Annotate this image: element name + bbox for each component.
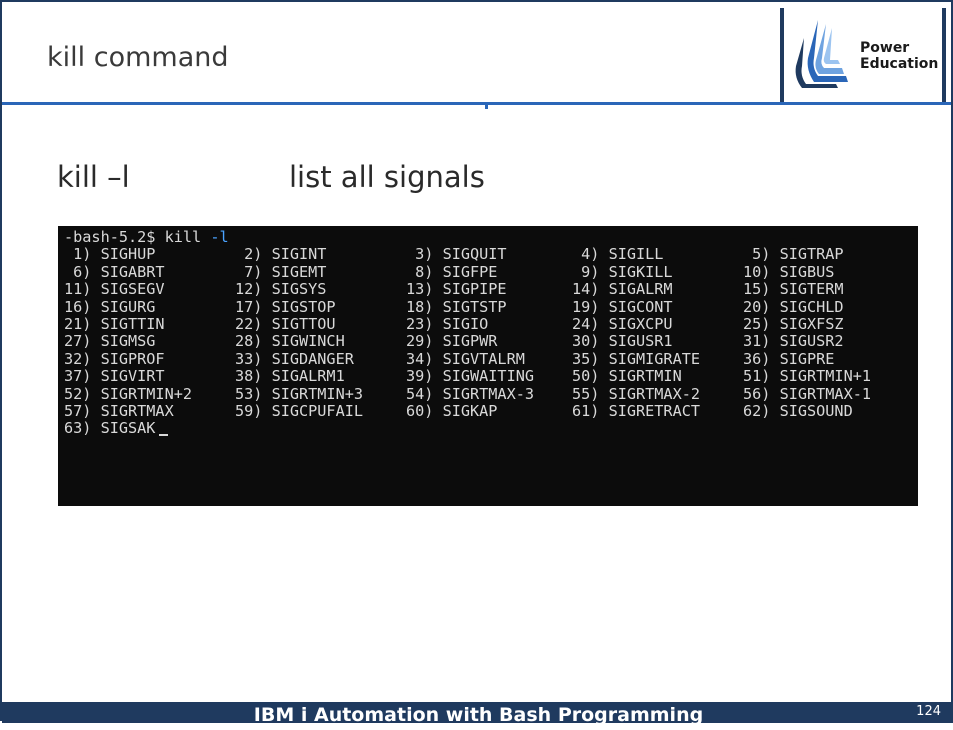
prompt-flag: -l <box>210 228 229 246</box>
signal-entry: 31) SIGUSR2 <box>743 332 844 351</box>
signal-entry: 11) SIGSEGV <box>64 280 165 299</box>
logo-text: Power Education <box>860 40 938 72</box>
signal-entry: 3) SIGQUIT <box>406 245 507 264</box>
signal-entry: 61) SIGRETRACT <box>572 401 701 420</box>
signal-entry: 7) SIGEMT <box>235 262 327 281</box>
signal-entry: 6) SIGABRT <box>64 262 165 281</box>
slide-footer: IBM i Automation with Bash Programming 1… <box>2 702 953 726</box>
signal-entry: 52) SIGRTMIN+2 <box>64 384 193 403</box>
signal-entry: 8) SIGFPE <box>406 262 498 281</box>
signal-entry: 16) SIGURG <box>64 297 156 316</box>
terminal-cursor <box>159 433 169 436</box>
signal-entry: 33) SIGDANGER <box>235 349 354 368</box>
signal-entry: 27) SIGMSG <box>64 332 156 351</box>
prompt-text: -bash-5.2$ kill <box>64 228 211 246</box>
signal-entry: 60) SIGKAP <box>406 401 498 420</box>
signal-entry: 50) SIGRTMIN <box>572 367 682 386</box>
signal-entry: 23) SIGIO <box>406 314 489 333</box>
signal-entry: 17) SIGSTOP <box>235 297 336 316</box>
signal-entry: 9) SIGKILL <box>572 262 673 281</box>
course-title: IBM i Automation with Bash Programming <box>253 704 704 726</box>
signal-entry: 63) SIGSAK <box>64 419 235 437</box>
slide: kill command Power Education kill –l lis… <box>0 0 953 726</box>
signal-entry: 51) SIGRTMIN+1 <box>743 367 872 386</box>
signal-entry: 2) SIGINT <box>235 245 327 264</box>
signal-entry: 39) SIGWAITING <box>406 367 535 386</box>
logo-line-1: Power <box>860 40 910 56</box>
signal-entry: 15) SIGTERM <box>743 280 844 299</box>
signal-entry: 20) SIGCHLD <box>743 297 844 316</box>
terminal-screenshot: -bash-5.2$ kill -l 1) SIGHUP 2) SIGINT 3… <box>58 226 918 506</box>
signal-entry: 38) SIGALRM1 <box>235 367 345 386</box>
signal-entry: 37) SIGVIRT <box>64 367 165 386</box>
command-description: list all signals <box>289 160 485 194</box>
signal-entry: 19) SIGCONT <box>572 297 673 316</box>
signal-entry: 29) SIGPWR <box>406 332 498 351</box>
signal-entry: 1) SIGHUP <box>64 245 156 264</box>
signal-entry: 62) SIGSOUND <box>743 401 853 420</box>
signal-entry: 28) SIGWINCH <box>235 332 345 351</box>
signal-entry: 12) SIGSYS <box>235 280 327 299</box>
signal-entry: 32) SIGPROF <box>64 349 165 368</box>
header-divider <box>2 102 951 105</box>
slide-title: kill command <box>47 42 229 73</box>
signal-entry: 4) SIGILL <box>572 245 664 264</box>
signal-entry: 55) SIGRTMAX-2 <box>572 384 701 403</box>
signal-entry: 34) SIGVTALRM <box>406 349 525 368</box>
signal-entry: 53) SIGRTMIN+3 <box>235 384 364 403</box>
slide-header: kill command Power Education <box>2 2 951 103</box>
signal-entry: 25) SIGXFSZ <box>743 314 844 333</box>
signal-entry: 35) SIGMIGRATE <box>572 349 701 368</box>
terminal-prompt: -bash-5.2$ kill -l <box>64 228 912 246</box>
signal-entry: 14) SIGALRM <box>572 280 673 299</box>
header-divider-mark <box>485 105 488 109</box>
signal-entry: 59) SIGCPUFAIL <box>235 401 364 420</box>
command-text: kill –l <box>57 160 130 194</box>
signal-entry: 54) SIGRTMAX-3 <box>406 384 535 403</box>
power-education-logo: Power Education <box>780 8 946 102</box>
logo-line-2: Education <box>860 56 939 72</box>
signal-entry: 10) SIGBUS <box>743 262 835 281</box>
signal-entry: 56) SIGRTMAX-1 <box>743 384 872 403</box>
signal-entry: 5) SIGTRAP <box>743 245 844 264</box>
signal-entry: 30) SIGUSR1 <box>572 332 673 351</box>
signal-entry: 36) SIGPRE <box>743 349 835 368</box>
signal-entry: 21) SIGTTIN <box>64 314 165 333</box>
signal-list: 1) SIGHUP 2) SIGINT 3) SIGQUIT 4) SIGILL… <box>64 245 912 437</box>
signal-entry: 18) SIGTSTP <box>406 297 507 316</box>
page-number: 124 <box>916 704 941 719</box>
book-logo-icon <box>795 20 848 88</box>
signal-entry: 22) SIGTTOU <box>235 314 336 333</box>
signal-entry: 24) SIGXCPU <box>572 314 673 333</box>
signal-entry: 57) SIGRTMAX <box>64 401 174 420</box>
signal-entry: 13) SIGPIPE <box>406 280 507 299</box>
